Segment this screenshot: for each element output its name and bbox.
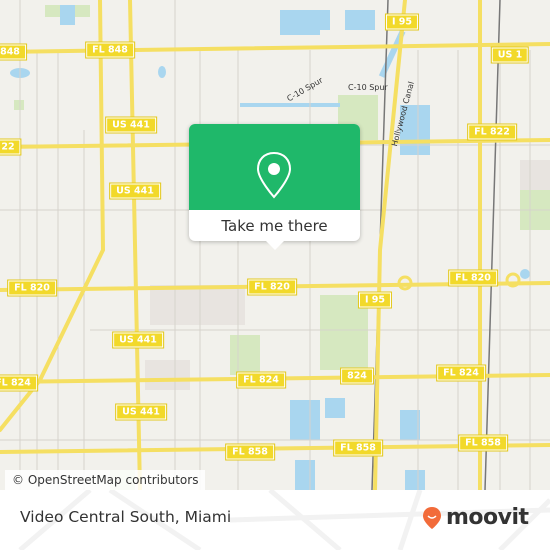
road-shield: 22 [0,138,22,156]
moovit-wordmark: moovit [446,505,529,530]
popup-pointer [266,241,284,250]
road-shield: FL 824 [236,371,286,389]
take-me-there-button[interactable]: Take me there [189,210,360,241]
location-popup[interactable]: Take me there [189,124,360,250]
canal-label: C-10 Spur [348,83,388,92]
road-shield: FL 820 [7,279,57,297]
road-shield: FL 820 [247,278,297,296]
moovit-logo[interactable]: moovit [422,505,529,530]
road-shield: US 1 [490,46,530,64]
moovit-pin-icon [423,506,441,529]
road-shield: FL 824 [436,364,486,382]
road-shield: FL 858 [225,443,275,461]
road-shield: US 441 [115,403,167,421]
road-shield: FL 824 [0,374,38,392]
road-shield: I 95 [384,13,420,31]
map-view[interactable]: C-10 Spur C-10 Spur Hollywood Canal 848 … [0,0,550,490]
road-shield: US 441 [109,182,161,200]
road-shield: 848 [0,43,27,61]
road-shield: US 441 [112,331,164,349]
road-shield: I 95 [357,291,393,309]
road-shield: 824 [340,367,374,385]
road-shield: FL 822 [467,123,517,141]
road-shield: FL 858 [333,439,383,457]
road-shield: FL 820 [448,269,498,287]
map-attribution[interactable]: © OpenStreetMap contributors [5,470,206,490]
road-shield: FL 848 [85,41,135,59]
popup-header [189,124,360,210]
location-pin-icon [256,151,292,199]
place-name: Video Central South, Miami [20,508,232,526]
road-shield: US 441 [105,116,157,134]
road-shield: FL 858 [458,434,508,452]
